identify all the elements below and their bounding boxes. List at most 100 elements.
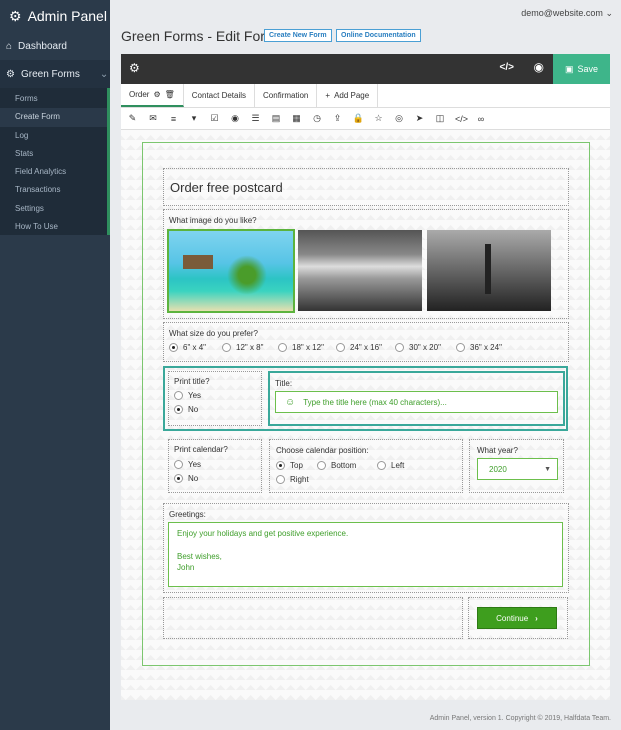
chevron-down-icon: ⌄ (99, 68, 109, 80)
radio[interactable] (276, 461, 285, 470)
image-option-mountains[interactable] (298, 230, 422, 311)
create-new-form-button[interactable]: Create New Form (264, 29, 332, 42)
image-question: What image do you like? (169, 216, 257, 225)
image-option-london[interactable] (427, 230, 551, 311)
option-label: Yes (188, 460, 202, 469)
radio[interactable] (456, 343, 465, 352)
position-right[interactable]: Right (276, 475, 309, 484)
user-menu[interactable]: demo@website.com ⌄ (521, 8, 613, 19)
position-top[interactable]: Top (276, 461, 303, 470)
position-bottom[interactable]: Bottom (317, 461, 356, 470)
greeting-line: Enjoy your holidays and get positive exp… (177, 529, 349, 538)
big-ben (485, 244, 491, 294)
sidebar-item-how-to-use[interactable]: How To Use (0, 218, 107, 236)
pencil-icon[interactable]: ✎ (127, 113, 138, 124)
sidebar-item-transactions[interactable]: Transactions (0, 181, 107, 199)
code-icon[interactable]: </> (455, 114, 468, 124)
envelope-icon[interactable]: ✉ (148, 113, 159, 124)
radio[interactable] (169, 343, 178, 352)
sidebar-item-field-analytics[interactable]: Field Analytics (0, 163, 107, 181)
print-title-yes[interactable]: Yes (174, 391, 201, 400)
radio[interactable] (174, 391, 183, 400)
year-select[interactable]: 2020 ▼ (477, 458, 558, 480)
gears-icon[interactable]: ⚙ (129, 61, 140, 75)
sidebar-item-label: Dashboard (18, 40, 67, 52)
radio[interactable] (276, 475, 285, 484)
clock-icon[interactable]: ◷ (312, 113, 323, 124)
radio-icon[interactable]: ◉ (230, 113, 241, 124)
image-select-icon[interactable]: ▤ (271, 113, 282, 124)
bungalow (183, 255, 213, 269)
position-left[interactable]: Left (377, 461, 404, 470)
image-option-tropical[interactable] (167, 229, 295, 313)
title-placeholder: Type the title here (max 40 characters).… (303, 397, 447, 407)
paper-plane-icon[interactable]: ➤ (414, 113, 425, 124)
code-icon[interactable]: </> (500, 62, 514, 73)
radio[interactable] (174, 460, 183, 469)
trash-icon[interactable]: 🗑 (165, 90, 175, 99)
hidden-icon[interactable]: ◎ (394, 113, 405, 124)
option-label: Top (290, 461, 303, 470)
editor-toolbar: ⚙ </> ◉ ▣ Save (121, 54, 610, 84)
continue-cell: Continue › (468, 597, 568, 639)
radio[interactable] (222, 343, 231, 352)
lock-icon[interactable]: 🔒 (353, 113, 364, 124)
radio[interactable] (336, 343, 345, 352)
radio[interactable] (377, 461, 386, 470)
tab-label: Order (129, 90, 150, 99)
gear-icon[interactable]: ⚙ (153, 90, 160, 99)
columns-icon[interactable]: ◫ (435, 113, 446, 124)
tab-contact-details[interactable]: Contact Details (184, 84, 256, 107)
option-label: Right (290, 475, 309, 484)
textarea-icon[interactable]: ≡ (168, 114, 179, 124)
calendar-icon[interactable]: ▦ (291, 113, 302, 124)
tab-order[interactable]: Order ⚙ 🗑 (121, 84, 184, 107)
option-label: 30" x 20" (409, 343, 441, 352)
print-calendar-yes[interactable]: Yes (174, 460, 201, 469)
star-icon[interactable]: ☆ (373, 113, 384, 124)
year-cell: What year? 2020 ▼ (469, 439, 564, 493)
brand[interactable]: ⚙ Admin Panel (0, 0, 110, 32)
size-option-3[interactable]: 18" x 12" (278, 343, 324, 352)
greetings-textarea[interactable]: Enjoy your holidays and get positive exp… (168, 522, 563, 587)
link-icon[interactable]: ∞ (476, 114, 487, 124)
sidebar-item-dashboard[interactable]: ⌂ Dashboard (0, 33, 110, 59)
radio[interactable] (317, 461, 326, 470)
radio[interactable] (174, 405, 183, 414)
sidebar-item-forms[interactable]: Forms (0, 90, 107, 108)
sidebar-item-stats[interactable]: Stats (0, 145, 107, 163)
size-option-6[interactable]: 36" x 24" (456, 343, 502, 352)
option-label: Left (391, 461, 405, 470)
sidebar-item-create-form[interactable]: Create Form (0, 108, 107, 127)
size-option-4[interactable]: 24" x 16" (336, 343, 382, 352)
list-icon[interactable]: ☰ (250, 113, 261, 124)
tab-label: Confirmation (263, 91, 309, 100)
print-calendar-no[interactable]: No (174, 474, 198, 483)
radio[interactable] (278, 343, 287, 352)
caret-down-icon: ▼ (544, 465, 551, 473)
radio[interactable] (395, 343, 404, 352)
title-input[interactable]: ☺ Type the title here (max 40 characters… (275, 391, 558, 413)
checkbox-icon[interactable]: ☑ (209, 113, 220, 124)
online-docs-button[interactable]: Online Documentation (336, 29, 421, 42)
size-option-2[interactable]: 12" x 8" (222, 343, 263, 352)
upload-icon[interactable]: ⇪ (332, 113, 343, 124)
select-icon[interactable]: ▾ (189, 113, 200, 124)
print-title-no[interactable]: No (174, 405, 198, 414)
option-label: 6" x 4" (183, 343, 207, 352)
gears-icon: ⚙ (6, 68, 15, 80)
footer: Admin Panel, version 1. Copyright © 2019… (429, 715, 611, 722)
title-label: Title: (275, 379, 293, 388)
year-value: 2020 (489, 464, 507, 474)
continue-button[interactable]: Continue › (477, 607, 557, 629)
tab-confirmation[interactable]: Confirmation (255, 84, 318, 107)
save-button[interactable]: ▣ Save (553, 54, 610, 84)
size-option-5[interactable]: 30" x 20" (395, 343, 441, 352)
eye-icon[interactable]: ◉ (534, 60, 544, 74)
sidebar-item-green-forms[interactable]: ⚙ Green Forms ⌄ (0, 60, 110, 88)
radio[interactable] (174, 474, 183, 483)
add-page-button[interactable]: + Add Page (317, 84, 379, 107)
sidebar-item-log[interactable]: Log (0, 127, 107, 145)
size-option-1[interactable]: 6" x 4" (169, 343, 206, 352)
sidebar-item-settings[interactable]: Settings (0, 200, 107, 218)
